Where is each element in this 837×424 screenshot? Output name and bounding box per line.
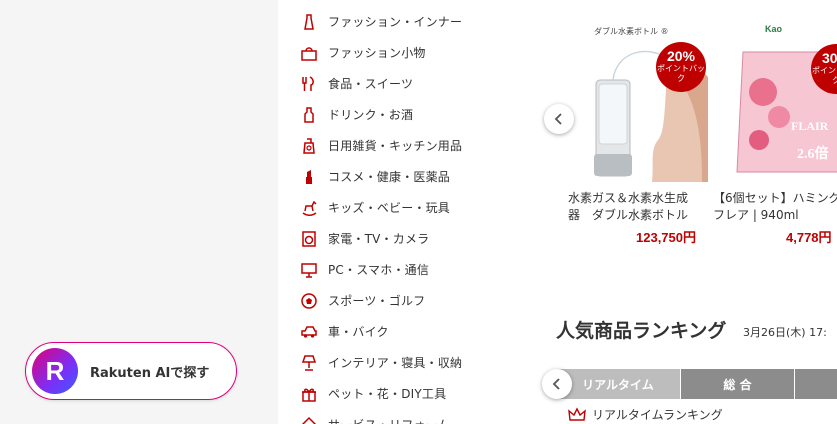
category-item[interactable]: 車・バイク xyxy=(278,316,389,347)
ranking-prev-button[interactable] xyxy=(542,369,572,399)
category-label: ファッション・インナー xyxy=(328,15,463,29)
product-name-line2: フレア | 940ml xyxy=(713,208,799,222)
badge-text: ポイントバック xyxy=(812,66,837,85)
badge-percent: 20% xyxy=(666,48,696,64)
product-brand: FLAIR xyxy=(791,119,829,133)
ranking-title: 人気商品ランキング xyxy=(556,320,727,342)
category-item[interactable]: ドリンク・お酒 xyxy=(278,99,413,130)
crown-icon xyxy=(568,406,586,421)
car-icon xyxy=(300,323,318,341)
category-item[interactable]: スポーツ・ゴルフ xyxy=(278,285,425,316)
product-name-line1: 【6個セット】ハミング xyxy=(713,191,837,205)
category-label: PC・スマホ・通信 xyxy=(328,263,430,277)
product-name[interactable]: 水素ガス＆水素水生成 器 ダブル水素ボトル xyxy=(568,190,708,224)
product-multiplier: 2.6倍 xyxy=(797,145,829,162)
tab-realtime[interactable]: リアルタイム xyxy=(556,369,680,399)
house-icon xyxy=(300,416,318,424)
tab-overall[interactable]: 総 合 xyxy=(680,369,794,399)
category-label: コスメ・健康・医薬品 xyxy=(328,170,451,184)
badge-text: ポイントバック xyxy=(657,64,705,83)
category-menu: ファッション・インナー ファッション小物 食品・スイーツ ドリンク・お酒日用雑貨・キッ… xyxy=(278,0,524,424)
product-name-line1: 水素ガス＆水素水生成 xyxy=(568,191,689,205)
category-item[interactable]: コスメ・健康・医薬品 xyxy=(278,161,450,192)
category-label: 日用雑貨・キッチン用品 xyxy=(328,139,463,153)
category-label: ペット・花・DIY工具 xyxy=(328,387,447,401)
category-item[interactable]: 日用雑貨・キッチン用品 xyxy=(278,130,462,161)
carousel-prev-button[interactable] xyxy=(544,104,574,134)
category-label: サービス・リフォーム xyxy=(328,416,450,424)
category-item[interactable]: 食品・スイーツ xyxy=(278,68,413,99)
ai-logo-letter: R xyxy=(45,355,65,386)
detergent-icon xyxy=(300,137,318,155)
rocking-horse-icon xyxy=(300,199,318,217)
category-label: 食品・スイーツ xyxy=(328,77,414,91)
lipstick-icon xyxy=(300,168,318,186)
ranking-date: 3月26日(木) 17: xyxy=(743,326,827,339)
main-content: ダブル水素ボトル ® 20% ポイントバック 水素ガス＆水素水生成 器 ダブル水… xyxy=(524,0,837,424)
ai-button-label: Rakuten AIで探す xyxy=(90,365,210,381)
category-label: ファッション小物 xyxy=(328,46,426,60)
realtime-ranking-label: リアルタイムランキング xyxy=(592,408,723,422)
realtime-ranking-heading: リアルタイムランキング xyxy=(568,406,723,423)
dress-icon xyxy=(300,13,318,31)
category-label: ドリンク・お酒 xyxy=(328,108,414,122)
image-caption: ダブル水素ボトル ® xyxy=(594,26,669,36)
monitor-icon xyxy=(300,261,318,279)
rakuten-ai-search-button[interactable]: R Rakuten AIで探す xyxy=(25,342,237,400)
chevron-left-icon xyxy=(554,113,562,125)
tab-furusato[interactable]: ふる xyxy=(794,369,837,399)
product-name-line2: 器 ダブル水素ボトル xyxy=(568,208,689,222)
washing-machine-icon xyxy=(300,230,318,248)
chevron-left-icon xyxy=(552,378,560,390)
category-item[interactable]: キッズ・ベビー・玩具 xyxy=(278,192,450,223)
category-item[interactable]: ペット・花・DIY工具 xyxy=(278,378,446,409)
category-item[interactable]: PC・スマホ・通信 xyxy=(278,254,429,285)
category-item[interactable]: ファッション・インナー xyxy=(278,6,462,37)
category-item[interactable]: 家電・TV・カメラ xyxy=(278,223,429,254)
category-label: キッズ・ベビー・玩具 xyxy=(328,201,451,215)
soccer-ball-icon xyxy=(300,292,318,310)
bottle-icon xyxy=(300,106,318,124)
handbag-icon xyxy=(300,44,318,62)
product-price: 4,778円 xyxy=(786,230,832,245)
image-caption: Kao xyxy=(765,24,783,34)
category-label: 家電・TV・カメラ xyxy=(328,232,430,246)
rakuten-ai-logo-icon: R xyxy=(32,348,78,394)
product-image: Kao FLAIR 2.6倍 xyxy=(736,24,837,173)
category-label: インテリア・寝具・収納 xyxy=(328,356,463,370)
ranking-tabs: リアルタイム 総 合 ふる xyxy=(556,369,837,399)
category-label: スポーツ・ゴルフ xyxy=(328,294,426,308)
category-item[interactable]: インテリア・寝具・収納 xyxy=(278,347,462,378)
fork-knife-icon xyxy=(300,75,318,93)
badge-percent: 30% xyxy=(821,50,837,66)
lamp-icon xyxy=(300,354,318,372)
category-item[interactable]: サービス・リフォーム xyxy=(278,409,450,424)
points-badge: 20% ポイントバック xyxy=(656,42,706,92)
product-price: 123,750円 xyxy=(636,230,696,245)
category-item[interactable]: ファッション小物 xyxy=(278,37,426,68)
product-name[interactable]: 【6個セット】ハミング フレア | 940ml xyxy=(713,190,837,224)
category-label: 車・バイク xyxy=(328,325,389,339)
gift-icon xyxy=(300,385,318,403)
